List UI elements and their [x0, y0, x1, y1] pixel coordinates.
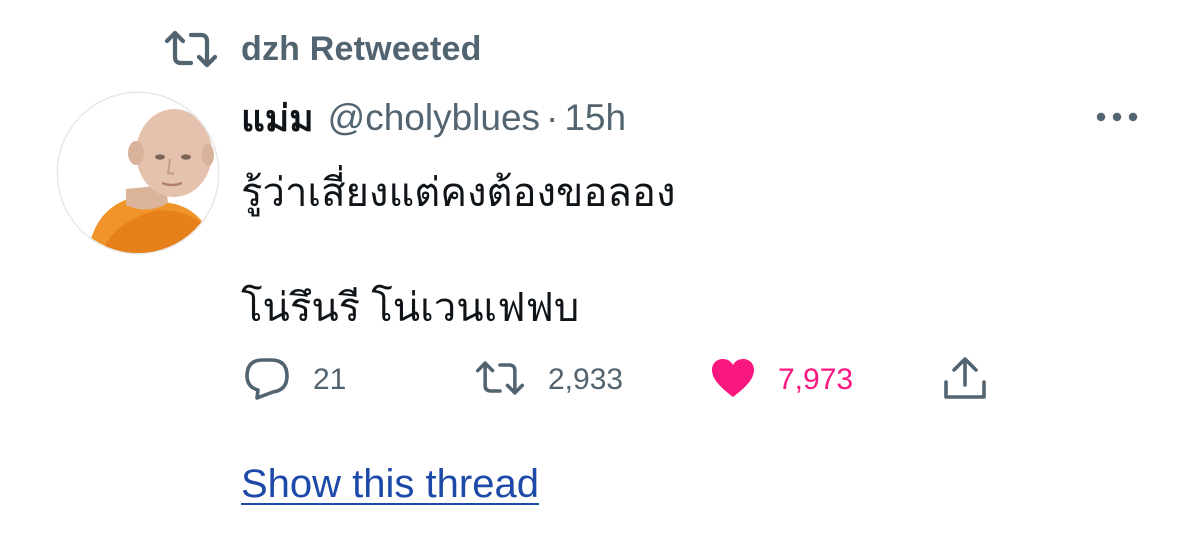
separator-dot: · — [546, 97, 559, 138]
retweet-context: dzh Retweeted — [163, 26, 482, 72]
like-button[interactable]: 7,973 — [710, 355, 853, 405]
tweet: dzh Retweeted แม่ม @cholyblues · 15h รู้… — [0, 0, 1200, 557]
reply-icon — [243, 356, 291, 405]
reply-button[interactable]: 21 — [243, 355, 346, 405]
handle[interactable]: @cholyblues — [328, 97, 540, 139]
retweet-context-label[interactable]: dzh Retweeted — [241, 30, 482, 69]
retweet-count: 2,933 — [548, 363, 624, 396]
share-icon — [942, 355, 988, 406]
timestamp[interactable]: 15h — [564, 97, 626, 139]
tweet-text-line-1: รู้ว่าเสี่ยงแต่คงต้องขอลอง — [241, 171, 676, 215]
show-thread-link[interactable]: Show this thread — [241, 462, 539, 507]
avatar[interactable] — [58, 93, 218, 253]
tweet-text-line-2: โน่รึนรี โน่เวนเฟฟบ — [241, 286, 580, 330]
reply-count: 21 — [313, 363, 347, 396]
retweet-icon — [474, 359, 526, 402]
retweet-icon — [163, 26, 219, 72]
display-name[interactable]: แม่ม — [241, 89, 314, 148]
share-button[interactable] — [942, 355, 988, 405]
more-icon — [1095, 109, 1139, 127]
more-button[interactable] — [1092, 100, 1142, 136]
heart-icon — [710, 357, 756, 404]
like-count: 7,973 — [778, 363, 854, 396]
retweet-button[interactable]: 2,933 — [474, 355, 623, 405]
tweet-header: แม่ม @cholyblues · 15h — [241, 95, 626, 141]
action-bar: 21 2,933 7,973 — [0, 355, 1200, 405]
